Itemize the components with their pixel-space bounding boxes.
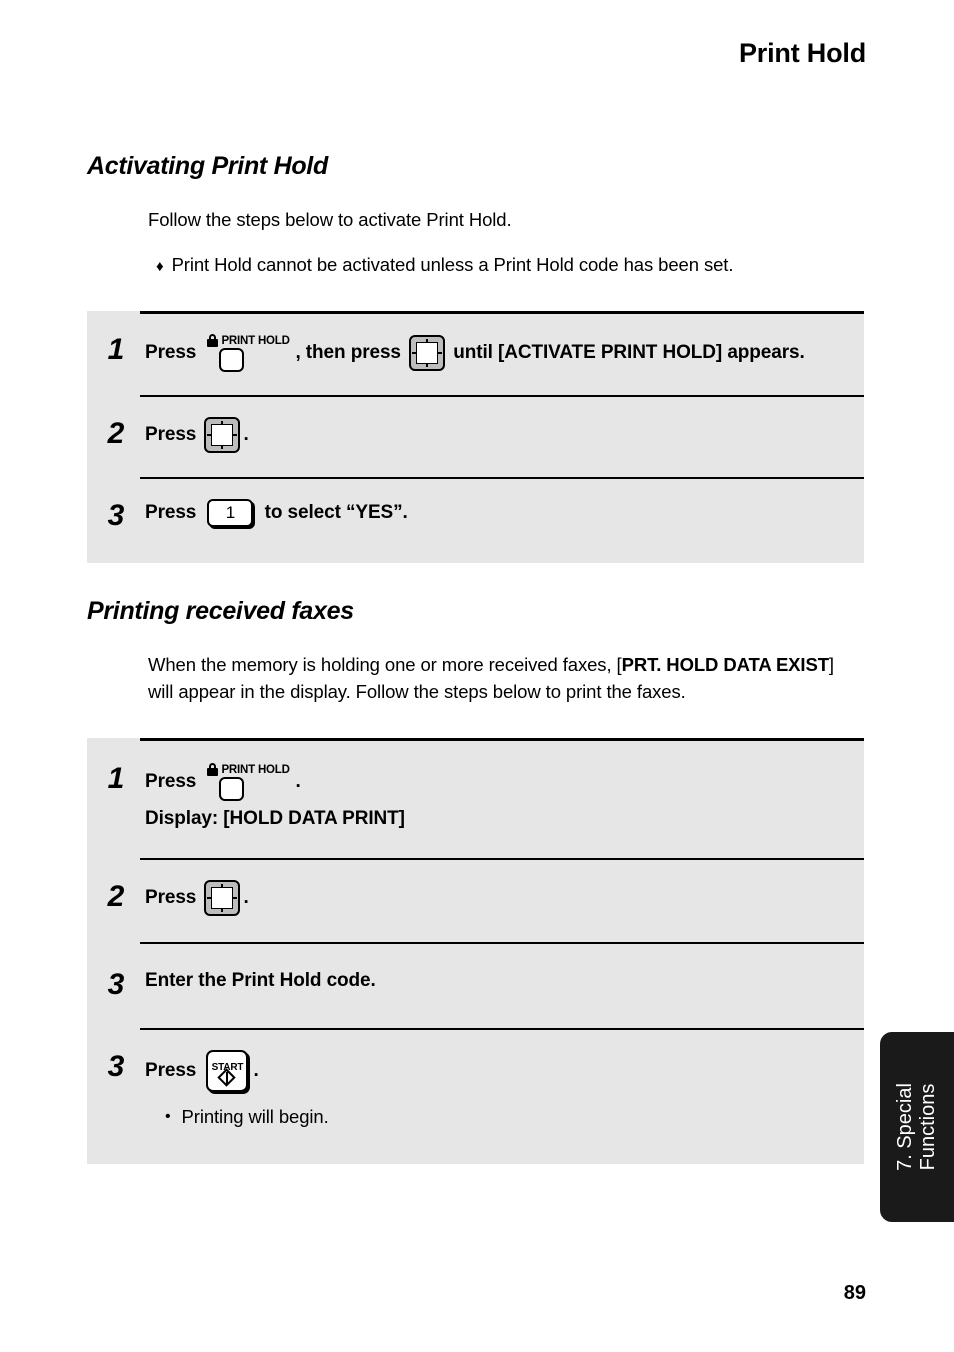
step-separator-rule xyxy=(140,858,864,860)
start-key-icon[interactable]: START xyxy=(206,1050,249,1092)
chapter-thumb-tab: 7. Special Functions xyxy=(880,1032,954,1222)
step-text-pre: Press xyxy=(145,502,202,523)
running-head: Print Hold xyxy=(739,38,866,68)
arrow-key-tick-right xyxy=(232,897,238,899)
step-number: 2 xyxy=(107,417,125,450)
arrow-key-center xyxy=(211,887,234,909)
intro-text-bold: PRT. HOLD DATA EXIST xyxy=(621,654,829,675)
step-number: 2 xyxy=(107,880,125,913)
print-hold-key-caption: PRINT HOLD xyxy=(207,760,290,776)
arrow-key-tick-up xyxy=(426,339,429,343)
step-text-post: until [ACTIVATE PRINT HOLD] appears. xyxy=(448,342,805,363)
print-hold-key-icon[interactable]: PRINT HOLD xyxy=(207,333,291,373)
print-hold-key-label: PRINT HOLD xyxy=(221,335,290,347)
arrow-key-tick-right xyxy=(232,434,238,436)
intro-paragraph-printing: When the memory is holding one or more r… xyxy=(148,651,848,705)
four-way-arrow-key-icon[interactable] xyxy=(204,417,241,453)
four-way-arrow-key-icon[interactable] xyxy=(409,335,446,371)
step-text-post: . xyxy=(243,424,249,445)
step-separator-rule xyxy=(140,1028,864,1030)
arrow-key-tick-up xyxy=(221,884,224,888)
arrow-key-tick-left xyxy=(207,434,213,436)
step-text-mid: , then press xyxy=(295,342,407,363)
step-row: 3 Press 1 to select “YES”. xyxy=(87,477,864,563)
step-note-text: Printing will begin. xyxy=(181,1106,329,1127)
step-number: 3 xyxy=(107,1050,125,1083)
steps-table-activating: 1 Press PRINT HOLD , then press until [A… xyxy=(87,311,864,563)
section-heading-activating: Activating Print Hold xyxy=(87,152,328,180)
step-display-line: Display: [HOLD DATA PRINT] xyxy=(145,808,405,829)
page-number: 89 xyxy=(843,1282,866,1304)
step-row: 3 Press START . • Printing will begin. xyxy=(87,1028,864,1164)
step-text-post: . xyxy=(295,771,301,792)
step-body: Press PRINT HOLD , then press until [ACT… xyxy=(145,333,864,373)
step-row: 3 Enter the Print Hold code. xyxy=(87,942,864,1028)
step-text-pre: Press xyxy=(145,771,202,792)
round-bullet-icon: • xyxy=(165,1108,171,1125)
chapter-thumb-tab-label: 7. Special Functions xyxy=(894,1083,939,1171)
step-row: 1 Press PRINT HOLD . Display: [HOLD DATA… xyxy=(87,738,864,858)
diamond-bullet-icon: ♦ xyxy=(156,258,164,275)
arrow-key-tick-right xyxy=(437,352,443,354)
print-hold-key-label: PRINT HOLD xyxy=(221,764,290,776)
step-body: Press 1 to select “YES”. xyxy=(145,499,864,527)
step-text-pre: Press xyxy=(145,424,202,445)
section-heading-printing: Printing received faxes xyxy=(87,597,354,625)
print-hold-key-icon[interactable]: PRINT HOLD xyxy=(207,762,291,802)
intro-text-part1: When the memory is holding one or more r… xyxy=(148,654,622,675)
arrow-key-center xyxy=(211,424,234,446)
step-body: Press . xyxy=(145,880,864,916)
step-number: 3 xyxy=(107,499,125,532)
arrow-key-tick-left xyxy=(412,352,418,354)
step-note: • Printing will begin. xyxy=(165,1104,852,1130)
step-number: 1 xyxy=(107,762,125,795)
step-text-post: . xyxy=(243,887,249,908)
step-body: Enter the Print Hold code. xyxy=(145,968,864,994)
print-hold-key-caption: PRINT HOLD xyxy=(207,331,290,347)
step-separator-rule xyxy=(140,942,864,944)
lock-icon xyxy=(207,763,219,776)
step-body: Press START . • Printing will begin. xyxy=(145,1050,864,1130)
intro-paragraph-activating: Follow the steps below to activate Print… xyxy=(148,209,512,230)
step-row: 1 Press PRINT HOLD , then press until [A… xyxy=(87,311,864,395)
arrow-key-tick-left xyxy=(207,897,213,899)
step-text-pre: Press xyxy=(145,342,202,363)
arrow-key-tick-up xyxy=(221,421,224,425)
step-row: 2 Press . xyxy=(87,858,864,942)
step-text-post: . xyxy=(253,1060,259,1081)
step-text-pre: Press xyxy=(145,1060,202,1081)
step-text-pre: Press xyxy=(145,887,202,908)
document-page: Print Hold Activating Print Hold Follow … xyxy=(0,0,954,1352)
print-hold-key-button xyxy=(219,348,245,372)
step-text: Enter the Print Hold code. xyxy=(145,970,376,991)
arrow-key-center xyxy=(416,342,439,364)
step-row: 2 Press . xyxy=(87,395,864,477)
numeric-key-label: 1 xyxy=(225,503,236,522)
bullet-text: Print Hold cannot be activated unless a … xyxy=(171,254,734,275)
step-text-post: to select “YES”. xyxy=(259,502,408,523)
steps-table-printing: 1 Press PRINT HOLD . Display: [HOLD DATA… xyxy=(87,738,864,1164)
start-diamond-bar xyxy=(226,1072,229,1084)
arrow-key-tick-down xyxy=(426,363,429,367)
step-separator-rule xyxy=(140,477,864,479)
numeric-key-1-icon[interactable]: 1 xyxy=(207,499,254,527)
arrow-key-tick-down xyxy=(221,445,224,449)
arrow-key-tick-down xyxy=(221,908,224,912)
step-body: Press PRINT HOLD . Display: [HOLD DATA P… xyxy=(145,762,864,832)
step-body: Press . xyxy=(145,417,864,453)
bullet-note-activating: ♦ Print Hold cannot be activated unless a… xyxy=(156,251,856,280)
print-hold-key-button xyxy=(219,777,245,801)
step-number: 3 xyxy=(107,968,125,1001)
lock-icon xyxy=(207,334,219,347)
step-number: 1 xyxy=(107,333,125,366)
four-way-arrow-key-icon[interactable] xyxy=(204,880,241,916)
step-separator-rule xyxy=(140,395,864,397)
